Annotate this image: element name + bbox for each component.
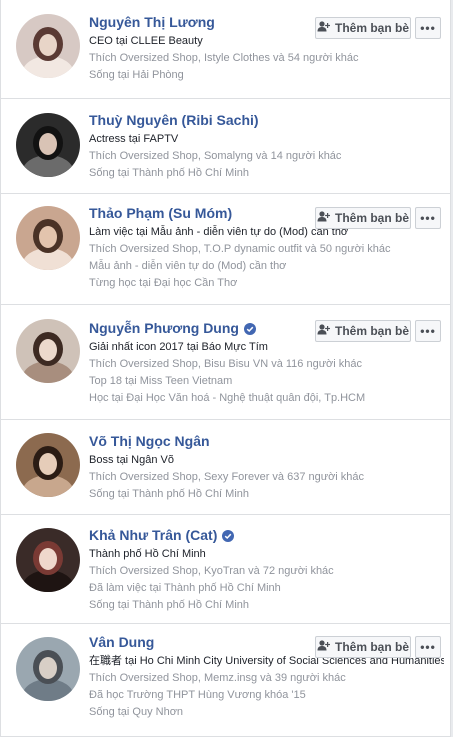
person-card: Nguyễn Phương Dung Giải nhất icon 2017 t…: [1, 305, 450, 420]
add-friend-label: Thêm bạn bè: [334, 640, 409, 654]
add-friend-button[interactable]: Thêm bạn bè: [315, 207, 411, 229]
person-detail-line: Sống tại Thành phố Hồ Chí Minh: [89, 599, 250, 611]
person-name-link[interactable]: Vân Dung: [89, 634, 154, 650]
person-detail-line: Thích Oversized Shop, KyoTran và 72 ngườ…: [89, 565, 334, 577]
person-name-link[interactable]: Nguyễn Phương Dung: [89, 320, 239, 336]
add-friend-button[interactable]: Thêm bạn bè: [315, 320, 411, 342]
person-detail-line: Thích Oversized Shop, Sexy Forever và 63…: [89, 471, 365, 483]
person-detail-line: Thích Oversized Shop, T.O.P dynamic outf…: [89, 243, 391, 255]
add-friend-label: Thêm bạn bè: [334, 21, 409, 35]
avatar[interactable]: [16, 206, 80, 270]
person-detail-line: Từng học tại Đại học Cần Thơ: [89, 277, 238, 289]
person-name-link[interactable]: Võ Thị Ngọc Ngân: [89, 433, 210, 449]
person-detail-line: Sống tại Quy Nhơn: [89, 706, 184, 718]
person-detail-line: Sống tại Thành phố Hồ Chí Minh: [89, 488, 250, 500]
people-results-list: Nguyên Thị Lương CEO tại CLLEE Beauty Thí…: [0, 0, 451, 737]
avatar[interactable]: [16, 433, 80, 497]
more-options-button[interactable]: •••: [415, 17, 441, 39]
add-friend-button[interactable]: Thêm bạn bè: [315, 636, 411, 658]
person-detail-line: Thành phố Hồ Chí Minh: [89, 548, 206, 560]
add-friend-label: Thêm bạn bè: [334, 324, 409, 338]
person-card: Vân Dung 在職者 tại Ho Chi Minh City Univer…: [1, 624, 450, 737]
person-name-link[interactable]: Thảo Phạm (Su Móm): [89, 205, 232, 221]
more-icon: •••: [420, 324, 436, 338]
verified-badge-icon: [222, 529, 235, 542]
more-options-button[interactable]: •••: [415, 207, 441, 229]
add-friend-icon: [317, 324, 335, 338]
person-detail-line: Top 18 tại Miss Teen Vietnam: [89, 375, 233, 387]
more-icon: •••: [420, 640, 436, 654]
person-detail-line: Thích Oversized Shop, Istyle Clothes và …: [89, 52, 359, 64]
person-name-link[interactable]: Nguyên Thị Lương: [89, 14, 215, 30]
add-friend-icon: [317, 211, 335, 225]
person-name-link[interactable]: Khả Như Trân (Cat): [89, 527, 217, 543]
person-card: Thuỳ Nguyên (Ribi Sachi) Actress tại FAP…: [1, 99, 450, 194]
add-friend-button[interactable]: Thêm bạn bè: [315, 17, 411, 39]
avatar[interactable]: [16, 14, 80, 78]
person-detail-line: Học tại Đại Học Văn hoá - Nghệ thuật quâ…: [89, 392, 366, 404]
person-detail-line: Sống tại Hải Phòng: [89, 69, 184, 81]
person-card: Võ Thị Ngọc Ngân Boss tại Ngân Võ Thích O…: [1, 420, 450, 515]
person-name-link[interactable]: Thuỳ Nguyên (Ribi Sachi): [89, 112, 259, 128]
more-icon: •••: [420, 21, 436, 35]
more-options-button[interactable]: •••: [415, 636, 441, 658]
more-icon: •••: [420, 211, 436, 225]
person-detail-line: Mẫu ảnh - diễn viên tự do (Mod) cần thơ: [89, 260, 287, 272]
avatar[interactable]: [16, 637, 80, 701]
more-options-button[interactable]: •••: [415, 320, 441, 342]
verified-badge-icon: [243, 322, 256, 335]
add-friend-icon: [317, 640, 335, 654]
person-detail-line: Boss tại Ngân Võ: [89, 454, 174, 466]
person-card: Thảo Phạm (Su Móm) Làm việc tại Mẫu ảnh …: [1, 194, 450, 305]
add-friend-label: Thêm bạn bè: [334, 211, 409, 225]
person-detail-line: Đã làm việc tại Thành phố Hồ Chí Minh: [89, 582, 281, 594]
person-detail-line: Đã học Trường THPT Hùng Vương khóa '15: [89, 689, 306, 701]
person-detail-line: Thích Oversized Shop, Memz.insg và 39 ng…: [89, 672, 346, 684]
avatar[interactable]: [16, 113, 80, 177]
person-detail-line: Sống tại Thành phố Hồ Chí Minh: [89, 167, 250, 179]
person-card: Khả Như Trân (Cat) Thành phố Hồ Chí Minh…: [1, 515, 450, 624]
avatar[interactable]: [16, 528, 80, 592]
person-detail-line: Thích Oversized Shop, Somalyng và 14 ngư…: [89, 150, 342, 162]
person-detail-line: Thích Oversized Shop, Bisu Bisu VN và 11…: [89, 358, 363, 370]
add-friend-icon: [317, 21, 335, 35]
person-detail-line: Actress tại FAPTV: [89, 133, 179, 145]
person-card: Nguyên Thị Lương CEO tại CLLEE Beauty Thí…: [1, 0, 450, 99]
avatar[interactable]: [16, 319, 80, 383]
